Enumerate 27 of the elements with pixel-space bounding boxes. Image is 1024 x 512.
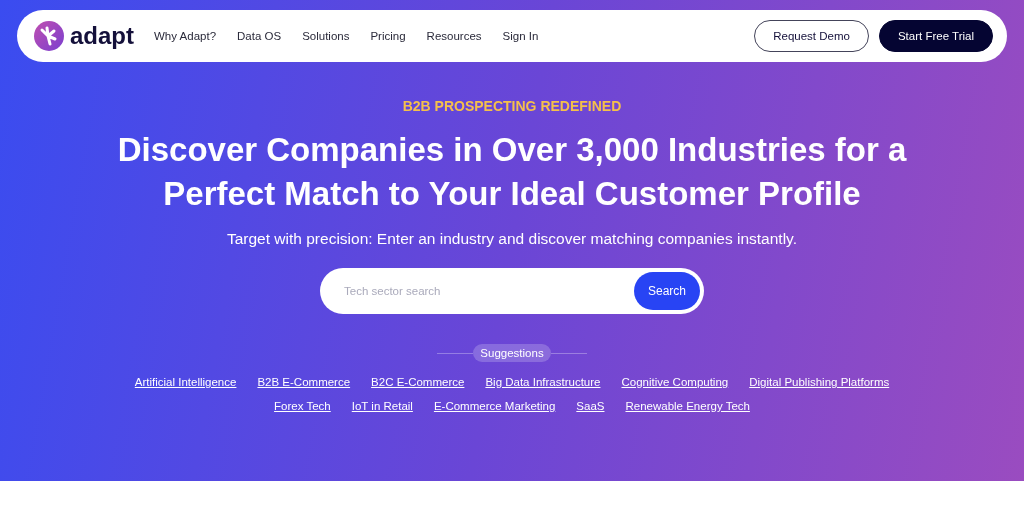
suggestion-link[interactable]: Forex Tech	[274, 400, 331, 412]
nav-link[interactable]: Solutions	[302, 30, 350, 42]
nav-link[interactable]: Resources	[426, 30, 482, 42]
suggestion-link[interactable]: B2B E-Commerce	[257, 376, 351, 388]
suggestion-link[interactable]: IoT in Retail	[351, 400, 413, 412]
nav-link[interactable]: Data OS	[237, 30, 282, 42]
suggestion-link[interactable]: Cognitive Computing	[621, 376, 729, 388]
suggestions-label: Suggestions	[473, 344, 551, 362]
search-field[interactable]: Tech sector search Search	[320, 268, 704, 314]
nav-link[interactable]: Why Adapt?	[154, 30, 217, 42]
logo-icon	[33, 20, 65, 52]
nav-link[interactable]: Pricing	[370, 30, 406, 42]
hero-subtitle: Target with precision: Enter an industry and discover matching companies instantly.	[226, 230, 798, 248]
eyebrow-text: B2B PROSPECTING REDEFINED	[402, 98, 622, 114]
nav-link[interactable]: Sign In	[502, 30, 539, 42]
suggestion-link[interactable]: Artificial Intelligence	[134, 376, 237, 388]
search-button[interactable]: Search	[633, 272, 700, 310]
suggestion-link[interactable]: B2C E-Commerce	[371, 376, 465, 388]
suggestion-link[interactable]: Big Data Infrastructure	[485, 376, 601, 388]
nav-button[interactable]: Request Demo	[754, 20, 869, 52]
suggestion-link[interactable]: Renewable Energy Tech	[625, 400, 750, 412]
nav-button[interactable]: Start Free Trial	[878, 20, 993, 52]
brand-name[interactable]: adapt	[70, 22, 134, 50]
suggestion-link[interactable]: E-Commerce Marketing	[433, 400, 556, 412]
suggestion-link[interactable]: SaaS	[576, 400, 605, 412]
hero-title: Discover Companies in Over 3,000 Industries for a Perfect Match to Your Ideal Customer Profile	[116, 130, 908, 214]
suggestion-link[interactable]: Digital Publishing Platforms	[749, 376, 890, 388]
